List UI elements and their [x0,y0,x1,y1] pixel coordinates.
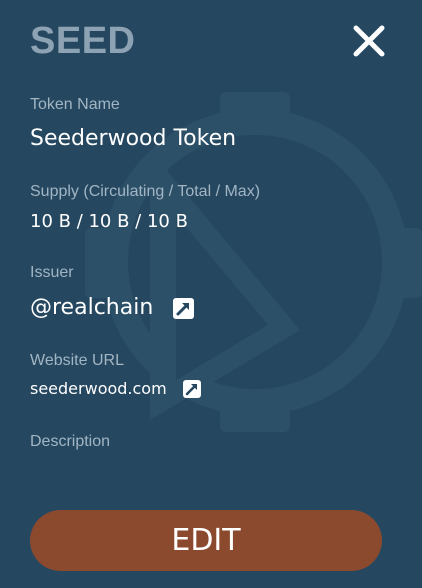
description-label: Description [30,433,111,450]
token-name-label: Token Name [30,96,120,113]
edit-button[interactable]: EDIT [30,510,382,571]
token-detail-panel: SEED Token Name Seederwood Token Supply … [0,0,422,588]
issuer-value[interactable]: @realchain [30,295,153,321]
description-field: Description [30,433,390,459]
external-link-icon [176,302,190,315]
issuer-external-link-button[interactable] [173,297,195,319]
supply-value: 10 B / 10 B / 10 B [30,211,188,232]
website-value[interactable]: seederwood.com [30,379,167,399]
close-icon [353,25,385,57]
token-symbol: SEED [30,20,136,62]
website-field: Website URL seederwood.com [30,352,390,399]
supply-field: Supply (Circulating / Total / Max) 10 B … [30,183,390,233]
token-name-field: Token Name Seederwood Token [30,96,390,152]
supply-label: Supply (Circulating / Total / Max) [30,183,261,200]
issuer-field: Issuer @realchain [30,264,390,321]
issuer-label: Issuer [30,264,74,281]
token-name-value: Seederwood Token [30,126,237,151]
website-label: Website URL [30,352,124,369]
close-button[interactable] [350,22,388,60]
external-link-icon [185,384,197,396]
website-external-link-button[interactable] [182,380,201,398]
